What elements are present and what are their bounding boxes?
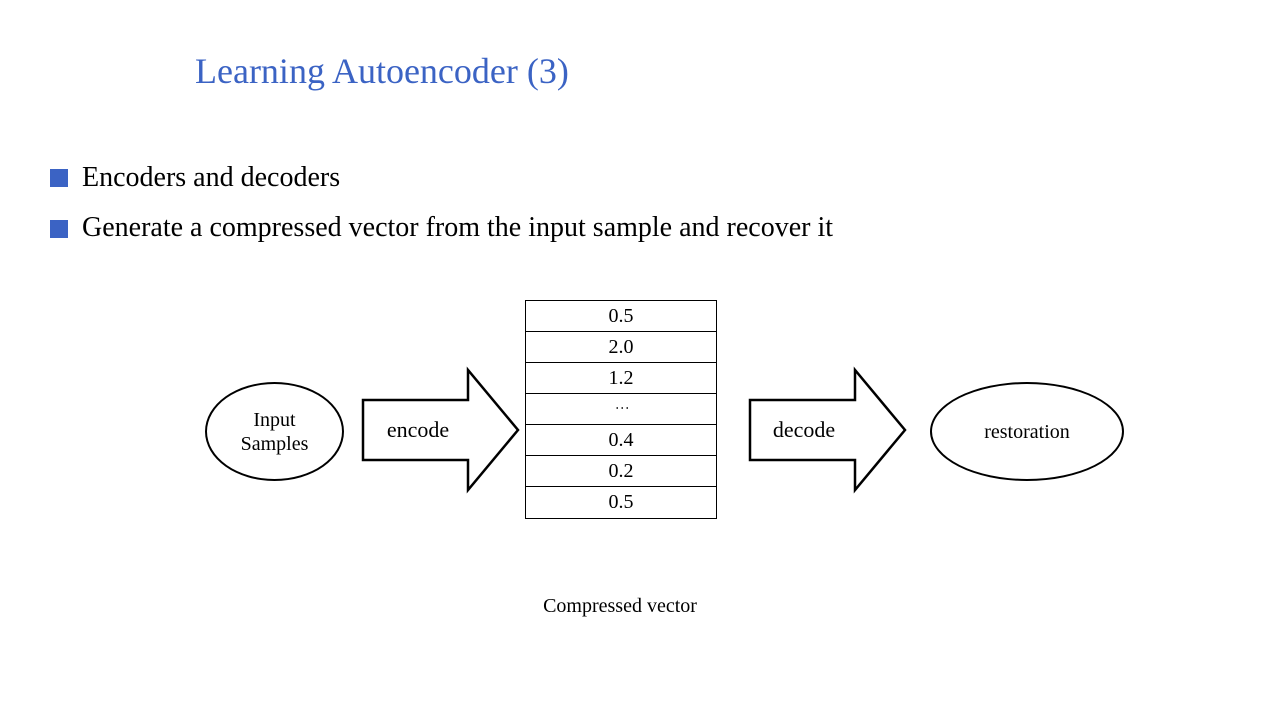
vertical-dots-icon: ⋮ [614,401,628,417]
decode-label: decode [769,417,839,443]
vector-cell: 0.2 [526,456,716,487]
vector-cell: ⋮ [526,394,716,425]
bullet-text: Encoders and decoders [82,160,340,196]
vector-cell: 2.0 [526,332,716,363]
bullet-item: Generate a compressed vector from the in… [50,210,833,246]
compressed-vector-caption: Compressed vector [525,595,715,618]
compressed-vector-table: 0.5 2.0 1.2 ⋮ 0.4 0.2 0.5 [525,300,717,519]
vector-cell: 0.5 [526,301,716,332]
slide-title: Learning Autoencoder (3) [195,50,569,92]
vector-cell: 1.2 [526,363,716,394]
input-samples-label: Input Samples [241,408,309,456]
restoration-label: restoration [984,420,1070,444]
square-bullet-icon [50,220,68,238]
input-samples-oval: Input Samples [205,382,344,481]
square-bullet-icon [50,169,68,187]
bullet-text: Generate a compressed vector from the in… [82,210,833,246]
restoration-oval: restoration [930,382,1124,481]
encode-label: encode [383,417,453,443]
vector-cell: 0.5 [526,487,716,518]
vector-cell: 0.4 [526,425,716,456]
bullet-list: Encoders and decoders Generate a compres… [50,160,833,261]
slide: Learning Autoencoder (3) Encoders and de… [0,0,1280,720]
bullet-item: Encoders and decoders [50,160,833,196]
